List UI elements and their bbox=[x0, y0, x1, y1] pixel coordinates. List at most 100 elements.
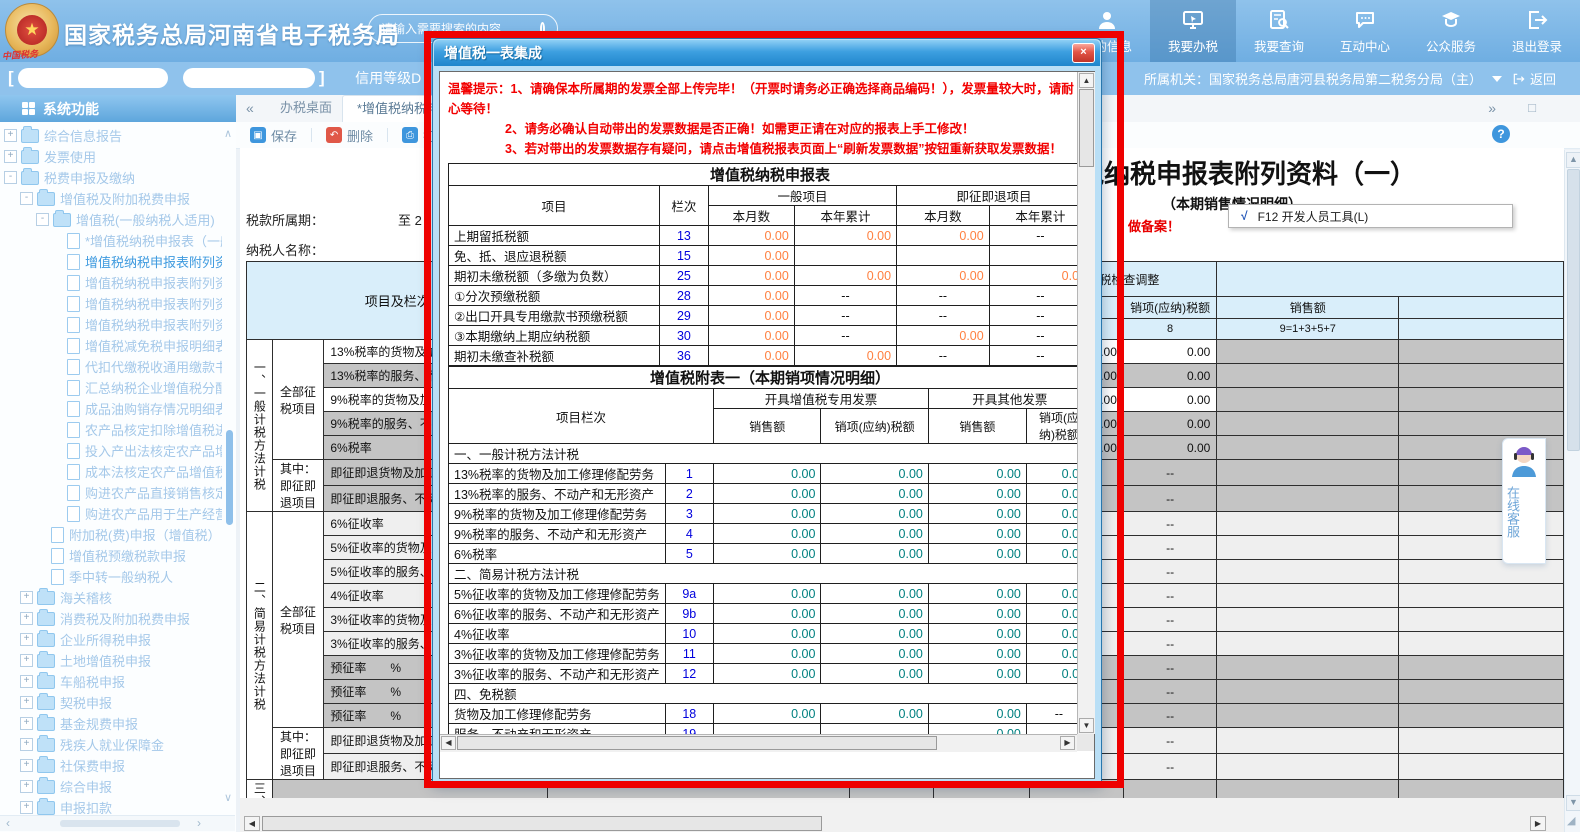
vscroll-down-icon[interactable]: ▼ bbox=[1566, 795, 1580, 811]
bg-cell-value[interactable]: 0.00 bbox=[1123, 412, 1216, 436]
dialog-vscroll-thumb[interactable] bbox=[1079, 89, 1094, 167]
dialog-vscrollbar[interactable]: ▲ ▼ bbox=[1077, 72, 1095, 734]
sidebar-item[interactable]: 成品油购销存情况明细表 bbox=[0, 398, 222, 419]
sidebar-item[interactable]: 增值税减免税申报明细表（ bbox=[0, 335, 222, 356]
sidebar-item[interactable]: 农产品核定扣除增值税进项 bbox=[0, 419, 222, 440]
cell-value[interactable]: -- bbox=[897, 306, 990, 326]
cell-value[interactable]: -- bbox=[794, 286, 896, 306]
dialog-scroll-right-icon[interactable]: ▶ bbox=[1060, 736, 1075, 750]
cell-value[interactable]: 0.00 bbox=[821, 504, 928, 524]
cell-value[interactable] bbox=[794, 246, 896, 266]
tabs-more-icon[interactable]: » bbox=[1488, 95, 1496, 121]
search-icon[interactable] bbox=[540, 22, 545, 36]
bg-cell-value[interactable]: -- bbox=[1123, 560, 1216, 584]
tree-expander-icon[interactable]: + bbox=[20, 738, 33, 751]
bg-cell-value[interactable]: -- bbox=[1123, 704, 1216, 728]
tree-expander-icon[interactable]: + bbox=[20, 696, 33, 709]
cell-value[interactable]: 0.00 bbox=[821, 524, 928, 544]
bg-cell-value[interactable]: -- bbox=[1123, 460, 1216, 486]
cell-value[interactable]: -- bbox=[714, 724, 821, 735]
bg-cell-value[interactable]: 0.00 bbox=[1123, 364, 1216, 388]
tree-expander-icon[interactable]: + bbox=[20, 717, 33, 730]
sidebar-item[interactable]: +综合申报 bbox=[0, 776, 222, 797]
cell-value[interactable]: 0.00 bbox=[708, 286, 794, 306]
cell-value[interactable]: -- bbox=[821, 724, 928, 735]
page-vscrollbar[interactable]: ▲ ▼ ◢ bbox=[1564, 150, 1580, 832]
sidebar-item[interactable]: 投入产出法核定农产品增值 bbox=[0, 440, 222, 461]
cell-value[interactable]: 0.00 bbox=[928, 584, 1026, 604]
sidebar-item[interactable]: 增值税纳税申报表附列资料 bbox=[0, 314, 222, 335]
bg-cell-value[interactable]: -- bbox=[1123, 728, 1216, 754]
dialog-close-button[interactable]: × bbox=[1072, 43, 1095, 63]
bg-cell-value[interactable]: -- bbox=[1123, 780, 1216, 799]
cell-value[interactable]: 0.00 bbox=[928, 544, 1026, 564]
dialog-scroll-down-icon[interactable]: ▼ bbox=[1079, 718, 1094, 733]
nav-query[interactable]: 我要查询 bbox=[1236, 0, 1322, 62]
hscroll-thumb[interactable] bbox=[262, 816, 822, 831]
cell-value[interactable]: -- bbox=[897, 286, 990, 306]
cell-value[interactable]: 0.00 bbox=[714, 524, 821, 544]
bg-cell-value[interactable]: -- bbox=[1123, 656, 1216, 680]
cell-value[interactable]: 0.00 bbox=[928, 464, 1026, 484]
tree-expander-icon[interactable]: + bbox=[20, 801, 33, 814]
dialog-scroll-left-icon[interactable]: ◀ bbox=[441, 736, 456, 750]
sidebar-item[interactable]: +土地增值税申报 bbox=[0, 650, 222, 671]
cell-value[interactable]: 0.00 bbox=[928, 624, 1026, 644]
hscroll-right-icon[interactable]: ▶ bbox=[1530, 816, 1546, 831]
sidebar-item[interactable]: 季中转一般纳税人 bbox=[0, 566, 222, 587]
sidebar-item[interactable]: +社保费申报 bbox=[0, 755, 222, 776]
save-button[interactable]: ▣保存 bbox=[250, 126, 297, 145]
cell-value[interactable]: 0.00 bbox=[714, 504, 821, 524]
tree-expander-icon[interactable]: + bbox=[20, 633, 33, 646]
dialog-scroll-up-icon[interactable]: ▲ bbox=[1079, 73, 1094, 88]
sidebar-hscroll-thumb[interactable] bbox=[60, 820, 180, 827]
sidebar-item[interactable]: +消费税及附加税费申报 bbox=[0, 608, 222, 629]
sidebar-item[interactable]: +契税申报 bbox=[0, 692, 222, 713]
cell-value[interactable]: 0.00 bbox=[708, 346, 794, 366]
cell-value[interactable]: -- bbox=[794, 306, 896, 326]
cell-value[interactable]: 0.00 bbox=[714, 704, 821, 724]
sidebar-item[interactable]: 附加税(费)申报（增值税） bbox=[0, 524, 222, 545]
help-icon[interactable]: ? bbox=[1492, 125, 1510, 143]
nav-interaction-center[interactable]: 互动中心 bbox=[1322, 0, 1408, 62]
bg-cell-value[interactable]: -- bbox=[1123, 680, 1216, 704]
vscroll-up-icon[interactable]: ▲ bbox=[1566, 152, 1580, 168]
bg-cell-value[interactable]: 0.00 bbox=[1123, 340, 1216, 364]
sidebar-item[interactable]: 汇总纳税企业增值税分配表 bbox=[0, 377, 222, 398]
sidebar-item[interactable]: +海关稽核 bbox=[0, 587, 222, 608]
org-dropdown-icon[interactable] bbox=[1492, 76, 1502, 82]
cell-value[interactable]: 0.00 bbox=[821, 464, 928, 484]
sidebar-item[interactable]: -增值税及附加税费申报 bbox=[0, 188, 222, 209]
tree-expander-icon[interactable]: + bbox=[4, 150, 17, 163]
cell-value[interactable]: 0.00 bbox=[708, 226, 794, 246]
sidebar-item[interactable]: 增值税纳税申报表附列资料 bbox=[0, 272, 222, 293]
bg-cell-value[interactable]: 0.00 bbox=[1123, 388, 1216, 412]
cell-value[interactable]: 0.00 bbox=[928, 484, 1026, 504]
dialog-hscroll-thumb[interactable] bbox=[457, 736, 937, 750]
cell-value[interactable]: 0.00 bbox=[708, 326, 794, 346]
cell-value[interactable]: 0.00 bbox=[708, 246, 794, 266]
cell-value[interactable]: 0.00 bbox=[821, 644, 928, 664]
sidebar-item[interactable]: +综合信息报告 bbox=[0, 125, 222, 146]
devtools-context-menu[interactable]: √ F12 开发人员工具(L) bbox=[1228, 204, 1513, 228]
tree-expander-icon[interactable]: + bbox=[20, 780, 33, 793]
sidebar-item[interactable]: *增值税纳税申报表（一般 bbox=[0, 230, 222, 251]
sidebar-item[interactable]: -税费申报及缴纳 bbox=[0, 167, 222, 188]
cell-value[interactable]: 0.00 bbox=[928, 704, 1026, 724]
sidebar-item[interactable]: 增值税预缴税款申报 bbox=[0, 545, 222, 566]
sidebar-item[interactable]: +申报扣款 bbox=[0, 797, 222, 815]
search-input[interactable] bbox=[369, 22, 540, 36]
bg-cell-value[interactable]: -- bbox=[1123, 754, 1216, 780]
cell-value[interactable]: 0.00 bbox=[714, 584, 821, 604]
cell-value[interactable]: 0.00 bbox=[714, 464, 821, 484]
cell-value[interactable]: 0.00 bbox=[897, 266, 990, 286]
tabs-window-icon[interactable]: □ bbox=[1528, 95, 1536, 121]
cell-value[interactable]: 0.00 bbox=[928, 664, 1026, 684]
cell-value[interactable]: 0.00 bbox=[794, 346, 896, 366]
cell-value[interactable]: 0.00 bbox=[714, 604, 821, 624]
tree-expander-icon[interactable]: + bbox=[20, 759, 33, 772]
cell-value[interactable]: 0.00 bbox=[928, 724, 1026, 735]
sidebar-scroll-up-icon[interactable]: ∧ bbox=[224, 127, 232, 140]
sidebar-item[interactable]: +残疾人就业保障金 bbox=[0, 734, 222, 755]
bg-cell-value[interactable]: -- bbox=[1123, 608, 1216, 632]
